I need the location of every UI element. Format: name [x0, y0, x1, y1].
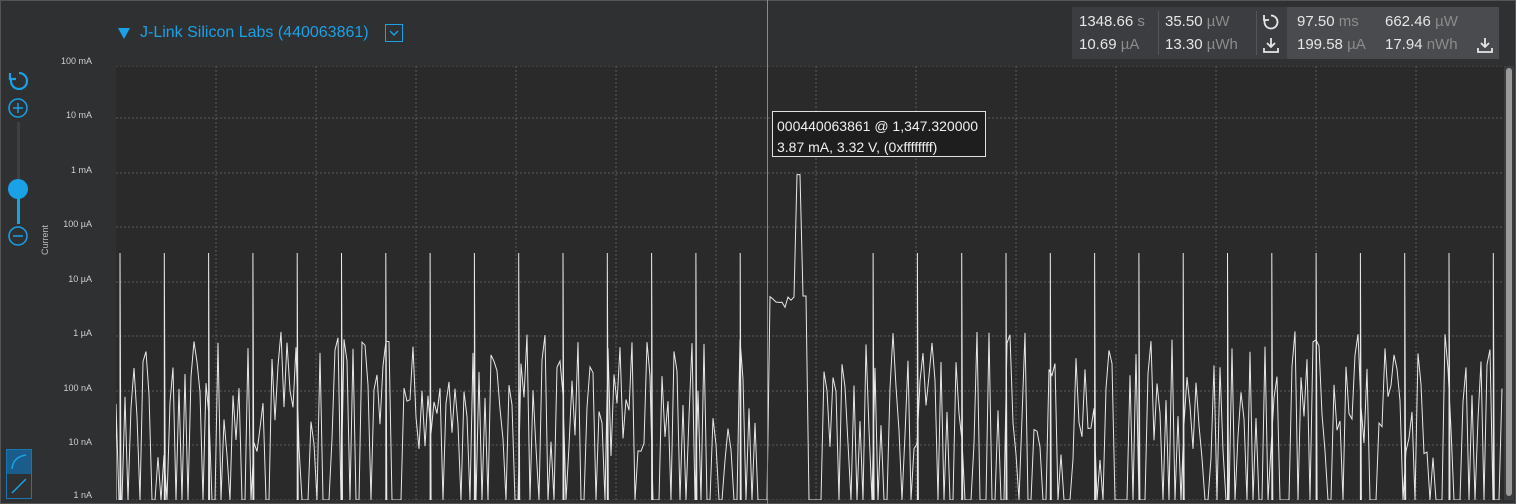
- total-time-value: 1348.66: [1079, 13, 1134, 30]
- cursor-line: [767, 0, 768, 504]
- selection-power-stat: 662.46 µW: [1385, 13, 1458, 30]
- stats-divider: [1256, 11, 1257, 55]
- avg-current-value: 10.69: [1079, 36, 1117, 53]
- zoom-out-icon[interactable]: [7, 225, 29, 247]
- collapse-triangle-icon[interactable]: [118, 27, 130, 39]
- tooltip-line-1: 000440063861 @ 1,347.320000: [777, 118, 979, 134]
- device-title: J-Link Silicon Labs (440063861): [140, 24, 369, 41]
- y-axis-label: Current: [40, 224, 50, 255]
- download-icon[interactable]: [1261, 35, 1281, 55]
- log-scale-icon[interactable]: [7, 450, 31, 474]
- scrollbar-thumb[interactable]: [1506, 68, 1512, 496]
- data-tooltip: 000440063861 @ 1,347.320000 3.87 mA, 3.3…: [772, 111, 986, 157]
- y-tick: 10 nA: [68, 437, 92, 447]
- y-tick: 100 µA: [63, 219, 92, 229]
- zoom-slider-handle[interactable]: [8, 179, 28, 199]
- selection-energy-unit: nWh: [1426, 36, 1458, 53]
- avg-power-unit: µW: [1206, 13, 1230, 30]
- stats-divider: [1158, 11, 1159, 55]
- tooltip-line-2: 3.87 mA, 3.32 V, (0xffffffff): [777, 139, 938, 155]
- selection-time-stat: 97.50 ms: [1297, 13, 1359, 30]
- y-tick: 100 nA: [63, 383, 92, 393]
- selection-time-unit: ms: [1338, 13, 1359, 30]
- avg-current-stat: 10.69 µA: [1079, 36, 1139, 53]
- energy-stat: 13.30 µWh: [1165, 36, 1238, 53]
- total-time-stat: 1348.66 s: [1079, 13, 1145, 30]
- y-tick: 10 µA: [68, 274, 92, 284]
- energy-unit: µWh: [1206, 36, 1238, 53]
- selection-power-unit: µW: [1435, 13, 1458, 30]
- reset-zoom-icon[interactable]: [6, 68, 32, 94]
- reset-stats-icon[interactable]: [1261, 12, 1281, 32]
- energy-value: 13.30: [1165, 36, 1203, 53]
- zoom-in-icon[interactable]: [7, 97, 29, 119]
- y-tick: 10 mA: [65, 110, 92, 120]
- total-time-unit: s: [1137, 13, 1145, 30]
- linear-scale-icon[interactable]: [7, 474, 31, 498]
- avg-power-value: 35.50: [1165, 13, 1203, 30]
- selection-current-value: 199.58: [1297, 36, 1343, 53]
- device-header: J-Link Silicon Labs (440063861): [118, 24, 403, 42]
- vertical-scrollbar[interactable]: [1504, 66, 1514, 500]
- scale-mode-group: [6, 449, 32, 499]
- selection-current-stat: 199.58 µA: [1297, 36, 1366, 53]
- selection-energy-stat: 17.94 nWh: [1385, 36, 1458, 53]
- chevron-down-icon[interactable]: [384, 24, 403, 42]
- stats-panel: 1348.66 s 10.69 µA 35.50 µW 13.30 µWh 97…: [1072, 7, 1499, 59]
- selection-power-value: 662.46: [1385, 13, 1431, 30]
- y-tick: 100 mA: [60, 56, 92, 66]
- avg-current-unit: µA: [1120, 36, 1140, 53]
- y-tick: 1 nA: [73, 490, 92, 500]
- selection-time-value: 97.50: [1297, 13, 1335, 30]
- y-tick: 1 µA: [73, 328, 92, 338]
- avg-power-stat: 35.50 µW: [1165, 13, 1230, 30]
- selection-energy-value: 17.94: [1385, 36, 1423, 53]
- y-tick: 1 mA: [70, 165, 92, 175]
- selection-download-icon[interactable]: [1475, 35, 1495, 55]
- selection-current-unit: µA: [1347, 36, 1366, 53]
